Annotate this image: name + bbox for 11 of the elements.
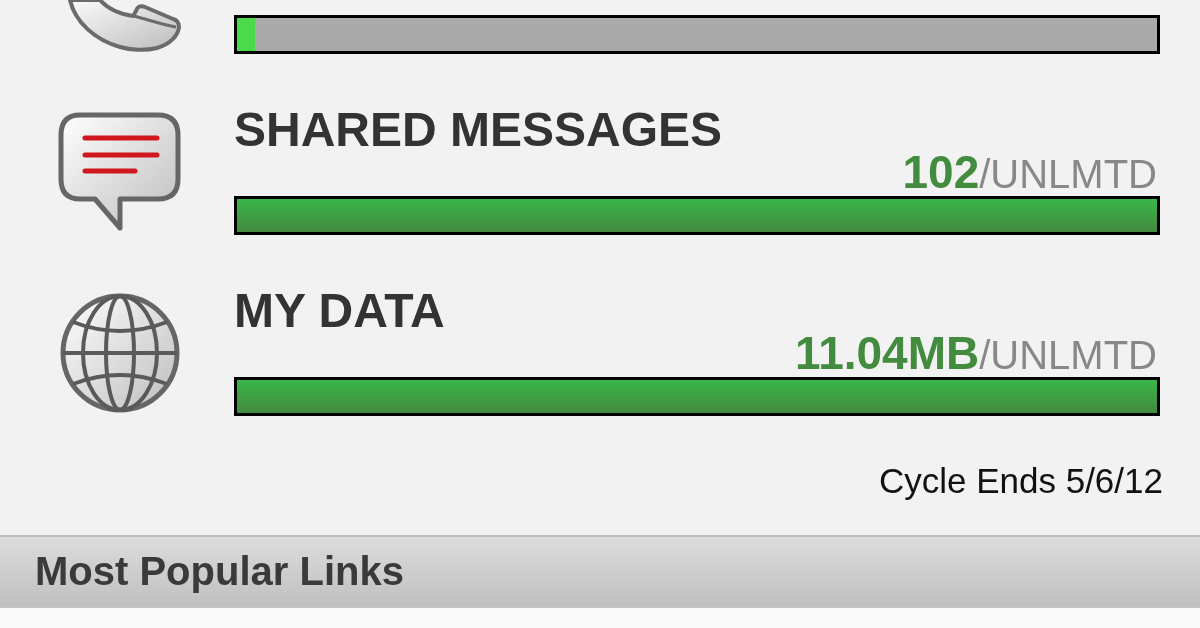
usage-amount: 102 xyxy=(902,152,980,192)
speech-bubble-icon xyxy=(58,111,182,232)
globe-icon xyxy=(59,291,181,414)
phone-icon xyxy=(65,0,181,52)
cycle-end-date: Cycle Ends 5/6/12 xyxy=(878,461,1163,501)
usage-amount: 11.04MB xyxy=(795,333,980,373)
usage-limit: /UNLMTD xyxy=(979,154,1157,194)
usage-limit: /UNLMTD xyxy=(979,335,1157,375)
usage-title: MY DATA xyxy=(234,289,445,333)
section-header: Most Popular Links xyxy=(0,535,1200,608)
usage-title: SHARED MESSAGES xyxy=(234,108,723,152)
